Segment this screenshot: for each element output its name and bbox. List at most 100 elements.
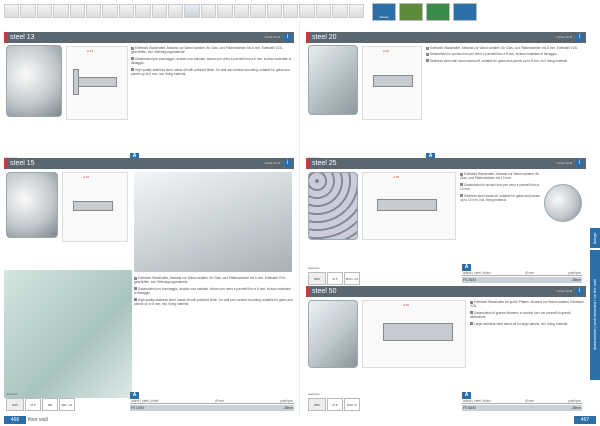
section-title: steel 15 [10,160,35,167]
section-title: steel 25 [312,160,337,167]
catalog-thumbnail[interactable] [299,4,315,18]
article-table: Aarticle | steel | finish Ø mm pack/pcs FS … [130,392,294,411]
catalog-thumbnail[interactable] [20,4,36,18]
catalog-thumbnail[interactable] [168,4,184,18]
table-cell: 26mm [284,406,293,410]
table-cell: FS 50/30 [463,406,476,410]
side-tab-category[interactable]: distanziatori | wall mounted / on the wa… [590,250,600,380]
variant-badge: A [462,264,471,271]
column-header: Ø mm [525,399,534,403]
section-steel-15: steel 15 HOLE 10 Øi ø 15 Edelstahl Wandha… [4,158,294,408]
catalog-thumbnail[interactable] [217,4,233,18]
category-tab[interactable] [399,3,423,21]
catalog-thumbnail[interactable] [200,4,217,18]
table-row: FS 25/20 26mm [462,277,582,283]
column-header: article | steel | finish [463,399,491,403]
spec-strip: Ø50 M 8 Ø10 / 6 [308,398,360,411]
side-tab-fixings[interactable]: fixings [590,228,600,248]
column-header: article | steel | finish [463,271,491,275]
table-row: FS 15/30 26mm [130,405,294,411]
description-text: Edelstahl Wandhalter, Abstand zur Wand v… [131,46,292,77]
catalog-thumbnail[interactable] [315,4,332,18]
section-subtitle: HOLE 10 Ø [556,289,572,293]
info-icon: i [575,33,584,42]
section-header: steel 20 HOLE 10 Øi [306,32,586,43]
spec-cell: M 8 [327,398,343,411]
catalog-thumbnail[interactable] [135,4,151,18]
table-cell: 26mm [572,406,581,410]
section-subtitle: HOLE 10 Ø [264,35,280,39]
catalog-thumbnail[interactable] [118,4,135,18]
description-text: Edelstahl Wandhalter, Abstand zur Wand v… [426,46,586,65]
category-tab[interactable] [453,3,477,21]
section-title: steel 50 [312,288,337,295]
technical-drawing: ø 15 [62,172,128,242]
table-header: article | steel | finish Ø mm pack/pcs [462,271,582,276]
category-tab[interactable] [426,3,450,21]
column-header: Ø mm [215,399,224,403]
catalog-thumbnail[interactable] [36,4,53,18]
description-text: Edelstahl Wandhalter für große Platten, … [470,300,584,326]
product-photo [308,300,358,368]
section-subtitle: HOLE 10 Ø [264,161,280,165]
catalog-thumbnail[interactable] [348,4,364,18]
info-icon: i [283,159,292,168]
column-header: pack/pcs [280,399,293,403]
column-header: Ø mm [525,271,534,275]
page-number-right: 467 [574,416,596,424]
description-text: Edelstahl Wandhalter, Abstand zur Wand v… [460,172,540,203]
footer: 466 floor wall 467 [0,416,600,426]
spec-cell: Ø8 [42,398,58,411]
section-title: steel 20 [312,34,337,41]
page-number-left: 466 [4,416,26,424]
catalog-thumbnail[interactable] [250,4,266,18]
technical-drawing: ø 50 [362,300,466,368]
info-icon: i [575,287,584,296]
section-header: steel 50 HOLE 10 Øi [306,286,586,297]
spec-strip: Ø25 M 6 Ø10 / 4,5 [308,272,360,285]
cap-photo [544,184,582,222]
table-cell: FS 15/30 [131,406,144,410]
catalog-thumbnail[interactable] [102,4,118,18]
section-steel-13: steel 13 HOLE 10 Øi ø 13 Edelstahl Wandha… [4,32,294,152]
article-table: Aarticle | steel | finish Ø mm pack/pcs FS … [462,264,582,283]
thumbnail-strip [4,4,364,20]
technical-drawing: ø 25 [362,172,456,240]
catalog-thumbnail[interactable] [4,4,20,18]
category-tab[interactable]: classic [372,3,396,21]
product-photo [6,172,58,238]
section-title: steel 13 [10,34,35,41]
table-row: FS 50/30 26mm [462,405,582,411]
category-tabs: classic [372,3,477,21]
catalog-thumbnail[interactable] [69,4,86,18]
technical-drawing: ø 20 [362,46,422,120]
spec-cell: M 6 [25,398,41,411]
product-photo [6,45,62,117]
page-gutter [299,22,300,417]
product-photo [308,172,358,240]
column-header: pack/pcs [568,271,581,275]
catalog-thumbnail[interactable] [86,4,102,18]
spec-cell: Ø10 / 6 [344,398,360,411]
spec-cell: Ø8 / 4,5 [59,398,75,411]
catalog-spread: classic steel 13 HOLE 10 Øi ø 13 Edelstah… [0,0,600,426]
section-steel-50: steel 50 HOLE 10 Øi ø 50 Edelstahl Wandha… [306,286,586,406]
spec-strip: Ø15 M 6 Ø8 Ø8 / 4,5 [6,398,75,411]
info-icon: i [283,33,292,42]
article-table: Aarticle | steel | finish Ø mm pack/pcs FS … [462,392,582,411]
spec-label: stainless [308,266,320,270]
catalog-thumbnail[interactable] [266,4,282,18]
catalog-thumbnail[interactable] [332,4,348,18]
section-subtitle: HOLE 10 Ø [556,35,572,39]
catalog-thumbnail[interactable] [151,4,168,18]
description-text: Edelstahl Wandhalter, Abstand zur Wand v… [134,276,293,307]
catalog-thumbnail[interactable] [184,4,200,18]
catalog-thumbnail[interactable] [53,4,69,18]
section-header: steel 13 HOLE 10 Øi [4,32,294,43]
spec-cell: Ø50 [308,398,326,411]
spec-cell: Ø25 [308,272,326,285]
section-subtitle: HOLE 10 Ø [556,161,572,165]
catalog-thumbnail[interactable] [282,4,299,18]
spec-label: stainless [6,392,18,396]
catalog-thumbnail[interactable] [233,4,250,18]
